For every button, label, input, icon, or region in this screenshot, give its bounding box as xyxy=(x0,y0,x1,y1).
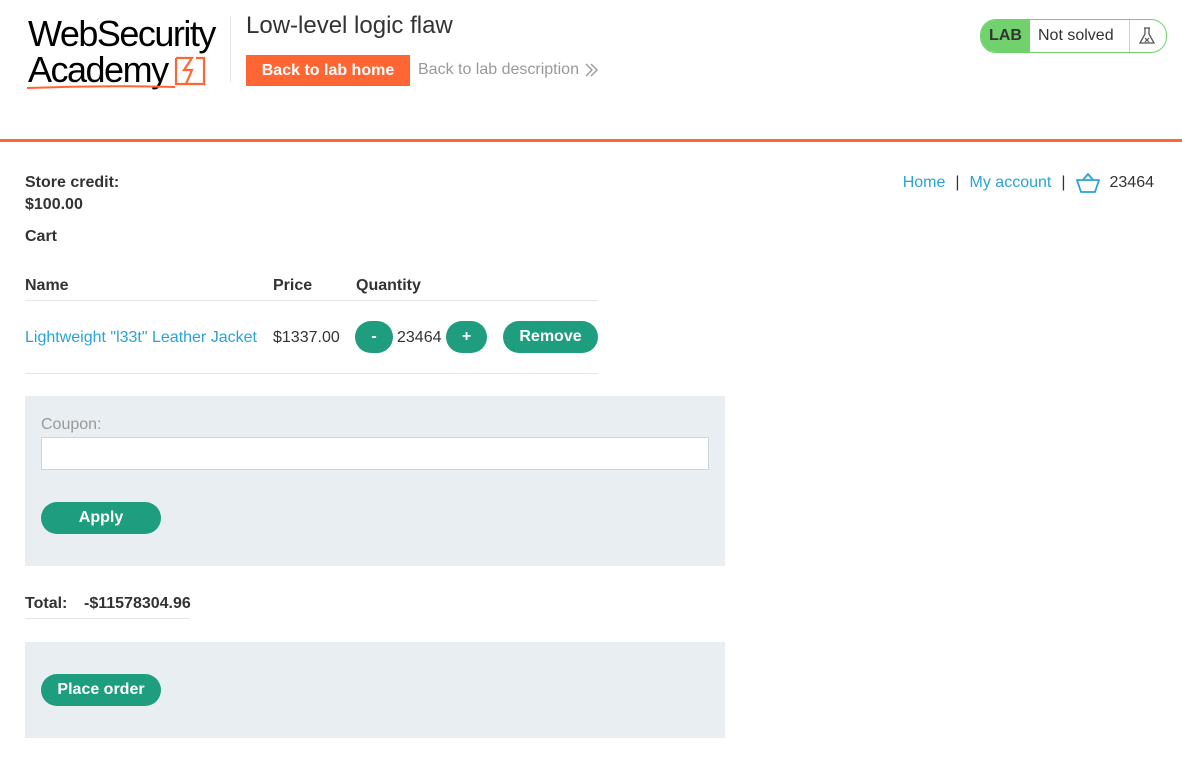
flask-icon xyxy=(1138,27,1156,44)
top-nav: Home | My account | 23464 xyxy=(903,173,1154,193)
web-security-academy-logo[interactable]: WebSecurity Academy xyxy=(26,14,226,92)
back-to-lab-description-link[interactable]: Back to lab description xyxy=(418,61,579,79)
product-price: $1337.00 xyxy=(273,329,340,346)
table-divider xyxy=(25,300,598,301)
lab-status-badge: LAB Not solved xyxy=(980,19,1167,53)
logo-text-line1: WebSecurity xyxy=(28,13,216,54)
table-divider xyxy=(25,373,598,374)
coupon-input[interactable] xyxy=(41,437,709,470)
total-label: Total: xyxy=(25,595,68,612)
badge-separator xyxy=(1129,20,1130,52)
product-name-link[interactable]: Lightweight "l33t" Leather Jacket xyxy=(25,329,257,347)
column-header-price: Price xyxy=(273,277,313,294)
nav-my-account-link[interactable]: My account xyxy=(970,174,1052,192)
nav-separator: | xyxy=(1061,174,1066,191)
nav-home-link[interactable]: Home xyxy=(903,174,946,192)
lab-status-text: Not solved xyxy=(1038,27,1114,44)
column-header-name: Name xyxy=(25,277,69,294)
header-rule xyxy=(0,139,1182,142)
logo-underline xyxy=(26,85,176,89)
back-to-lab-home-button[interactable]: Back to lab home xyxy=(246,55,410,86)
cart-count[interactable]: 23464 xyxy=(1110,174,1155,192)
quantity-decrease-button[interactable]: - xyxy=(355,321,393,353)
total-value: -$11578304.96 xyxy=(84,595,191,612)
place-order-panel: Place order xyxy=(25,642,725,738)
basket-icon[interactable] xyxy=(1075,173,1100,193)
cart-heading: Cart xyxy=(25,228,58,245)
lab-tag: LAB xyxy=(981,20,1030,52)
apply-coupon-button[interactable]: Apply xyxy=(41,502,161,534)
quantity-value: 23464 xyxy=(397,329,442,346)
remove-item-button[interactable]: Remove xyxy=(503,321,598,353)
logo-text-line2: Academy xyxy=(28,49,169,90)
coupon-label: Coupon: xyxy=(41,416,102,433)
store-credit-label: Store credit: xyxy=(25,174,120,191)
double-chevron-right-icon[interactable] xyxy=(584,61,600,79)
logo-bolt-icon xyxy=(174,56,206,86)
store-credit-value: $100.00 xyxy=(25,196,83,213)
coupon-panel: Coupon: Apply xyxy=(25,396,725,566)
quantity-increase-button[interactable]: + xyxy=(446,321,487,353)
nav-separator: | xyxy=(955,174,960,191)
place-order-button[interactable]: Place order xyxy=(41,674,161,706)
lab-title: Low-level logic flaw xyxy=(246,12,453,39)
column-header-quantity: Quantity xyxy=(356,277,421,294)
header-divider xyxy=(230,16,231,82)
total-divider xyxy=(25,618,189,619)
